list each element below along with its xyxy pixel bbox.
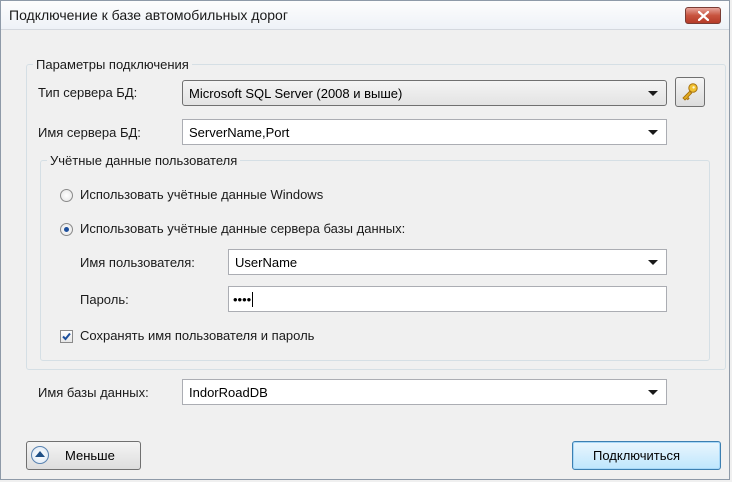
- windows-auth-label[interactable]: Использовать учётные данные Windows: [80, 187, 323, 202]
- save-credentials-checkbox[interactable]: [60, 330, 73, 343]
- close-icon: [698, 11, 709, 21]
- username-label: Имя пользователя:: [80, 255, 195, 270]
- database-name-label: Имя базы данных:: [38, 385, 149, 400]
- text-caret: [252, 292, 254, 307]
- connect-button-label: Подключиться: [593, 448, 681, 463]
- chevron-down-icon: [648, 260, 658, 265]
- database-name-value: IndorRoadDB: [189, 385, 268, 400]
- title-bar: Подключение к базе автомобильных дорог: [1, 1, 729, 30]
- server-auth-label[interactable]: Использовать учётные данные сервера базы…: [80, 221, 405, 236]
- key-icon: [682, 83, 698, 101]
- server-type-select[interactable]: Microsoft SQL Server (2008 и выше): [182, 80, 667, 106]
- server-name-value: ServerName,Port: [189, 125, 290, 140]
- chevron-down-icon: [648, 91, 658, 96]
- less-button-label: Меньше: [65, 448, 115, 463]
- server-type-value: Microsoft SQL Server (2008 и выше): [189, 86, 403, 101]
- server-type-settings-button[interactable]: [675, 77, 705, 107]
- server-auth-radio[interactable]: [60, 223, 73, 236]
- username-value: UserName: [235, 255, 298, 270]
- password-field[interactable]: ••••: [228, 286, 667, 312]
- credentials-legend: Учётные данные пользователя: [50, 153, 238, 168]
- chevron-down-icon: [648, 390, 658, 395]
- checkmark-icon: [62, 332, 71, 341]
- connection-parameters-legend: Параметры подключения: [36, 57, 189, 72]
- connect-button[interactable]: Подключиться: [572, 441, 721, 470]
- server-name-combobox[interactable]: ServerName,Port: [182, 119, 667, 145]
- save-credentials-label[interactable]: Сохранять имя пользователя и пароль: [80, 328, 314, 343]
- server-type-label: Тип сервера БД:: [38, 85, 138, 100]
- windows-auth-radio[interactable]: [60, 189, 73, 202]
- chevron-up-circle-icon: [31, 446, 49, 464]
- close-button[interactable]: [685, 7, 721, 24]
- window-title: Подключение к базе автомобильных дорог: [9, 7, 288, 23]
- password-value: ••••: [233, 292, 252, 307]
- server-name-label: Имя сервера БД:: [38, 125, 141, 140]
- database-name-combobox[interactable]: IndorRoadDB: [182, 379, 667, 405]
- less-button[interactable]: Меньше: [26, 441, 141, 470]
- chevron-down-icon: [648, 130, 658, 135]
- username-combobox[interactable]: UserName: [228, 249, 667, 275]
- connection-dialog: Подключение к базе автомобильных дорог П…: [0, 0, 730, 480]
- password-label: Пароль:: [80, 292, 129, 307]
